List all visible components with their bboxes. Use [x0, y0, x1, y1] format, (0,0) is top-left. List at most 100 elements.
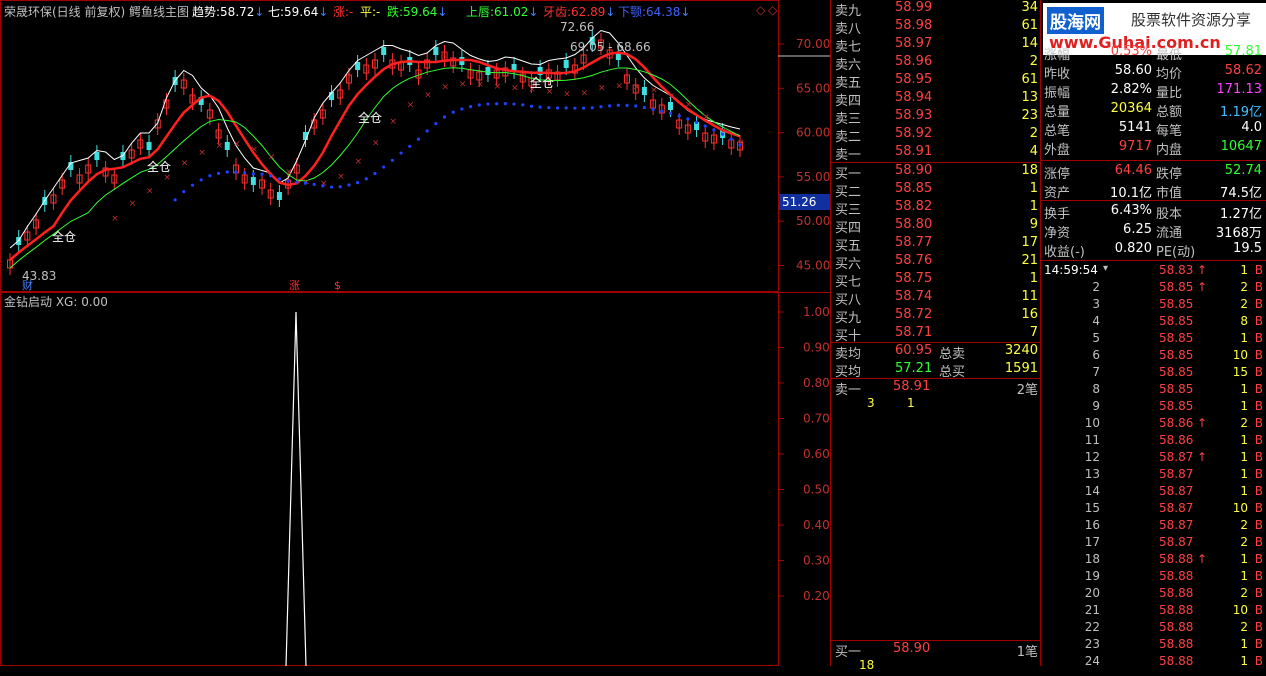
tick-volume: 15	[1232, 365, 1248, 379]
stat-row: 涨幅 0.53% 最低 57.81	[1043, 44, 1266, 64]
zhang-tag[interactable]: 涨	[289, 279, 300, 292]
stat-label: PE(动)	[1156, 245, 1196, 260]
tick-volume: 1	[1240, 484, 1248, 498]
buy-level-row[interactable]: 买三 58.82 1	[833, 199, 1040, 218]
y-axis-label: 0.40	[803, 518, 830, 532]
fin-tag[interactable]: 财	[22, 278, 33, 292]
sell-level-row[interactable]: 卖七 58.97 14	[833, 36, 1040, 55]
oscillator-chart[interactable]: 1.00 0.90 0.80 0.70 0.60 0.50 0.40 0.30 0.20	[0, 292, 830, 666]
tick-price: 58.85	[1159, 365, 1194, 379]
tick-side: B	[1254, 569, 1263, 583]
current-price-tag: 51.26	[782, 195, 816, 209]
tick-row: 24 58.88 1 B	[1043, 654, 1266, 671]
tick-index: 23	[1084, 637, 1100, 651]
cross-marker: ×	[233, 140, 241, 150]
level-price: 58.72	[895, 307, 933, 322]
sell-level-row[interactable]: 卖八 58.98 61	[833, 18, 1040, 37]
level-label: 买八	[835, 293, 862, 308]
stat-row: 总量 20364 总额 1.19亿	[1043, 101, 1266, 121]
candle-body	[381, 47, 387, 55]
level-label: 卖五	[835, 76, 862, 91]
level-volume: 61	[1021, 18, 1038, 33]
buy-level-row[interactable]: 买八 58.74 11	[833, 289, 1040, 308]
level-price: 58.71	[895, 325, 933, 340]
tick-side: B	[1254, 348, 1263, 362]
tick-volume: 2	[1240, 535, 1248, 549]
sell-level-row[interactable]: 卖二 58.92 2	[833, 126, 1040, 145]
stat-label: 均价	[1156, 67, 1183, 82]
tick-volume: 2	[1240, 620, 1248, 634]
stock-title[interactable]: 荣晟环保(日线 前复权)	[4, 5, 125, 19]
level-volume: 7	[1029, 325, 1038, 340]
level-volume: 2	[1029, 54, 1038, 69]
buy-level-row[interactable]: 买四 58.80 9	[833, 217, 1040, 236]
sell1-detail-values: 3 1	[867, 396, 915, 410]
buy-level-row[interactable]: 买七 58.75 1	[833, 271, 1040, 290]
cross-marker: ×	[355, 157, 363, 167]
tick-arrow: ↑	[1197, 450, 1208, 464]
buy-level-row[interactable]: 买一 58.90 18	[833, 163, 1040, 182]
buy1-detail-header[interactable]: 买一 58.90 1笔	[833, 641, 1040, 660]
cross-marker: ×	[494, 82, 502, 92]
level-price: 58.92	[895, 126, 933, 141]
filter-icon[interactable]: ▾	[1103, 263, 1108, 274]
buy-level-row[interactable]: 买九 58.72 16	[833, 307, 1040, 326]
cross-marker: ×	[337, 172, 345, 182]
dot-marker	[399, 151, 403, 155]
quancang-label-1: 全仓	[52, 229, 76, 244]
level-label: 买四	[835, 221, 862, 236]
indicator-name[interactable]: 鳄鱼线主图	[129, 5, 189, 19]
stat-row: 换手 6.43% 股本 1.27亿	[1043, 203, 1266, 223]
cross-marker: ×	[129, 199, 137, 209]
dot-marker	[321, 184, 325, 188]
dot-marker	[651, 107, 655, 111]
tick-volume: 1	[1240, 637, 1248, 651]
sell-level-row[interactable]: 卖三 58.93 23	[833, 108, 1040, 127]
tick-side: B	[1254, 263, 1263, 277]
tick-price: 58.88	[1159, 586, 1194, 600]
tick-volume: 1	[1240, 467, 1248, 481]
qi-readout: 七:59.64↓	[268, 5, 329, 19]
sell-level-row[interactable]: 卖九 58.99 34	[833, 0, 1040, 19]
buy-level-row[interactable]: 买六 58.76 21	[833, 253, 1040, 272]
dot-marker	[660, 109, 664, 113]
cross-marker: ×	[424, 90, 432, 100]
y-axis-label: 55.00	[796, 170, 830, 184]
tick-arrow: ↑	[1197, 280, 1208, 294]
tick-row: 12 58.87 ↑ 1 B	[1043, 450, 1266, 467]
sell-level-row[interactable]: 卖一 58.91 4	[833, 144, 1040, 163]
tick-index: 21	[1084, 603, 1100, 617]
stat-label: 流通	[1156, 226, 1183, 241]
stat-row: 昨收 58.60 均价 58.62	[1043, 63, 1266, 83]
stat-value: 5141	[1118, 120, 1152, 135]
close-chart-icon[interactable]: ◇	[768, 3, 777, 17]
candlestick-chart[interactable]: ××××××××××××××××××××××××××××××××××××× 70…	[0, 0, 830, 292]
tick-index: 11	[1084, 433, 1100, 447]
dot-marker	[538, 105, 542, 109]
dot-marker	[303, 181, 308, 185]
tick-side: B	[1254, 552, 1263, 566]
buy-level-row[interactable]: 买十 58.71 7	[833, 325, 1040, 344]
dot-marker	[243, 171, 247, 175]
tick-side: B	[1254, 535, 1263, 549]
tick-price: 58.87	[1159, 450, 1194, 464]
dot-marker	[338, 185, 342, 189]
buy-level-row[interactable]: 买五 58.77 17	[833, 235, 1040, 254]
sell-level-row[interactable]: 卖六 58.96 2	[833, 54, 1040, 73]
level-volume: 17	[1021, 235, 1038, 250]
buy-level-row[interactable]: 买二 58.85 1	[833, 181, 1040, 200]
sell1-detail-header[interactable]: 卖一 58.91 2笔	[833, 379, 1040, 398]
dollar-tag[interactable]: $	[334, 279, 341, 292]
tick-index: 10	[1084, 416, 1100, 430]
dot-marker	[590, 106, 594, 110]
level-price: 58.99	[895, 0, 933, 15]
dot-marker	[373, 171, 377, 176]
y-axis-label: 60.00	[796, 126, 830, 140]
diamond-icon[interactable]: ◇	[756, 3, 765, 17]
dot-marker	[434, 122, 438, 126]
sell-level-row[interactable]: 卖五 58.95 61	[833, 72, 1040, 91]
stat-label: 收益(-)	[1044, 245, 1085, 260]
tick-side: B	[1254, 280, 1263, 294]
sell-level-row[interactable]: 卖四 58.94 13	[833, 90, 1040, 109]
cross-marker: ×	[163, 173, 171, 183]
